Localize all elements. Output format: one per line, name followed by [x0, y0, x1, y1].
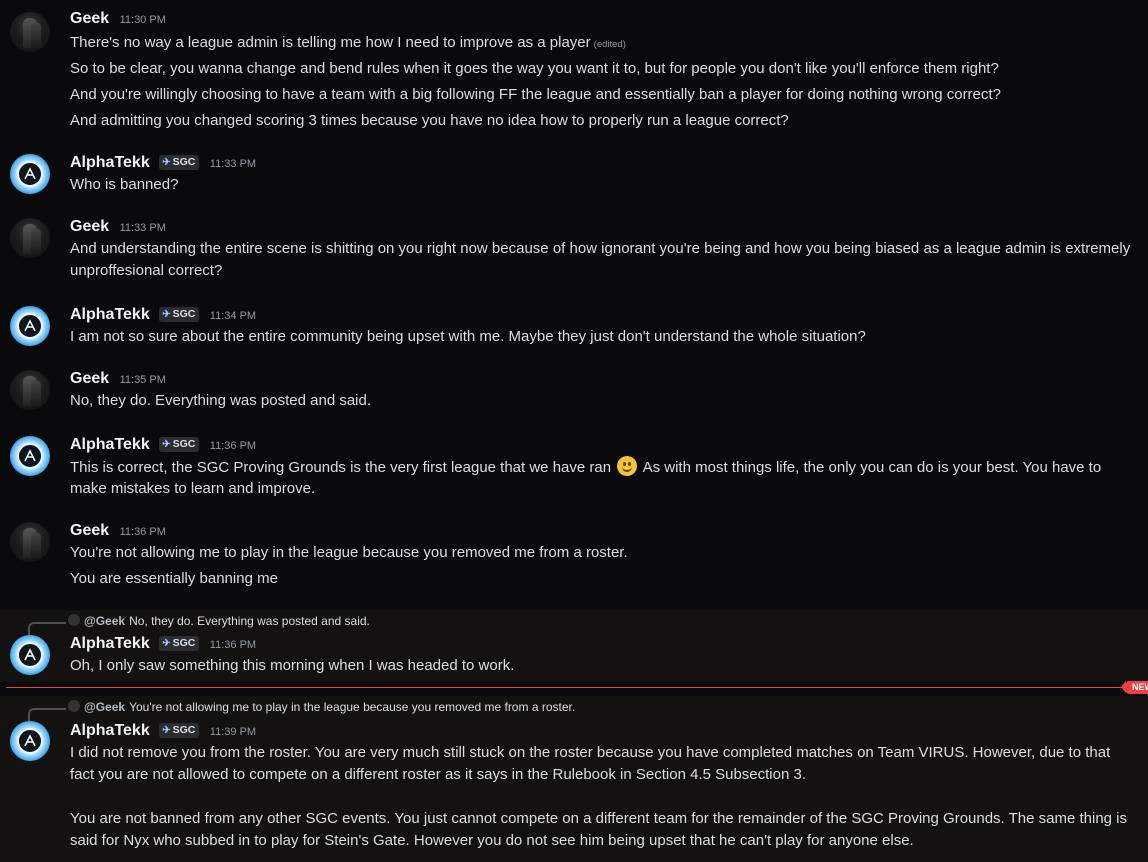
avatar[interactable]	[10, 306, 50, 346]
message-reply: @Geek No, they do. Everything was posted …	[0, 610, 1148, 682]
avatar[interactable]	[10, 522, 50, 562]
timestamp: 11:39 PM	[209, 726, 257, 738]
username[interactable]: AlphaTekk	[70, 154, 150, 171]
message-text: No, they do. Everything was posted and s…	[70, 392, 372, 409]
message-text: And you're willingly choosing to have a …	[70, 86, 1001, 103]
message-text: said for Nyx who subbed in to play for S…	[70, 832, 914, 849]
rocket-icon: ✈	[162, 439, 171, 450]
message: Geek 11:35 PM No, they do. Everything wa…	[0, 366, 1148, 416]
message: AlphaTekk ✈ SGC 11:34 PM I am not so sure…	[0, 302, 1148, 352]
timestamp: 11:30 PM	[119, 14, 166, 26]
rocket-icon: ✈	[162, 638, 171, 649]
avatar[interactable]	[10, 635, 50, 675]
message-text: Who is banned?	[70, 176, 179, 193]
slightly-smiling-face-icon[interactable]	[617, 456, 638, 476]
message-text: You're not allowing me to play in the le…	[70, 544, 628, 561]
avatar[interactable]	[10, 370, 50, 410]
message: AlphaTekk ✈ SGC 11:36 PM This is correct,…	[0, 432, 1148, 508]
new-messages-divider	[6, 687, 1134, 688]
message: AlphaTekk ✈ SGC 11:33 PM Who is banned?	[0, 150, 1148, 200]
username[interactable]: Geek	[70, 10, 109, 27]
reply-mention[interactable]: @Geek	[84, 700, 125, 714]
reply-avatar	[68, 700, 80, 712]
message-text: unproffesional correct?	[70, 262, 223, 279]
message: Geek 11:30 PM There's no way a league ad…	[0, 0, 1148, 140]
message: Geek 11:33 PM And understanding the enti…	[0, 214, 1148, 294]
message-reply: @Geek You're not allowing me to play in t…	[0, 696, 1148, 862]
server-tag[interactable]: ✈ SGC	[159, 723, 200, 738]
new-badge: NEW	[1121, 681, 1148, 694]
message-text: fact you are not allowed to compete on a…	[70, 766, 806, 783]
username[interactable]: Geek	[70, 522, 109, 539]
message-text: You are not banned from any other SGC ev…	[70, 810, 1128, 827]
avatar[interactable]	[10, 12, 50, 52]
timestamp: 11:36 PM	[209, 639, 257, 651]
message-text: So to be clear, you wanna change and ben…	[70, 60, 999, 77]
username[interactable]: AlphaTekk	[70, 306, 150, 323]
reply-preview[interactable]: @Geek You're not allowing me to play in t…	[28, 700, 576, 724]
message-text: make mistakes to learn and improve.	[70, 480, 316, 497]
reply-text: No, they do. Everything was posted and s…	[129, 614, 370, 628]
message-text: I did not remove you from the roster. Yo…	[70, 744, 1111, 761]
message-text: You are essentially banning me	[70, 570, 278, 587]
timestamp: 11:35 PM	[119, 374, 166, 386]
message-text: And understanding the entire scene is sh…	[70, 240, 1131, 257]
avatar[interactable]	[10, 436, 50, 476]
timestamp: 11:33 PM	[209, 158, 257, 170]
username[interactable]: AlphaTekk	[70, 635, 150, 652]
server-tag[interactable]: ✈ SGC	[159, 307, 200, 322]
avatar[interactable]	[10, 154, 50, 194]
avatar[interactable]	[10, 218, 50, 258]
username[interactable]: AlphaTekk	[70, 436, 150, 453]
rocket-icon: ✈	[162, 725, 171, 736]
reply-preview[interactable]: @Geek No, they do. Everything was posted …	[28, 614, 370, 638]
message-text: Oh, I only saw something this morning wh…	[70, 657, 515, 674]
username[interactable]: Geek	[70, 218, 109, 235]
server-tag[interactable]: ✈ SGC	[159, 155, 200, 170]
timestamp: 11:36 PM	[119, 526, 166, 538]
message: Geek 11:36 PM You're not allowing me to …	[0, 518, 1148, 600]
username[interactable]: Geek	[70, 370, 109, 387]
message-text: As with most things life, the only you c…	[642, 459, 1102, 476]
rocket-icon: ✈	[162, 309, 171, 320]
reply-text: You're not allowing me to play in the le…	[129, 700, 576, 714]
avatar[interactable]	[10, 721, 50, 761]
timestamp: 11:33 PM	[119, 222, 166, 234]
edited-label: (edited)	[593, 39, 626, 50]
username[interactable]: AlphaTekk	[70, 722, 150, 739]
message-text: There's no way a league admin is telling…	[70, 34, 591, 51]
reply-avatar	[68, 614, 80, 626]
timestamp: 11:34 PM	[209, 310, 257, 322]
server-tag[interactable]: ✈ SGC	[159, 437, 200, 452]
server-tag[interactable]: ✈ SGC	[159, 636, 200, 651]
reply-mention[interactable]: @Geek	[84, 614, 125, 628]
message-text: This is correct, the SGC Proving Grounds…	[70, 459, 612, 476]
message-text: I am not so sure about the entire commun…	[70, 328, 866, 345]
rocket-icon: ✈	[162, 157, 171, 168]
timestamp: 11:36 PM	[209, 440, 257, 452]
message-text: And admitting you changed scoring 3 time…	[70, 112, 789, 129]
